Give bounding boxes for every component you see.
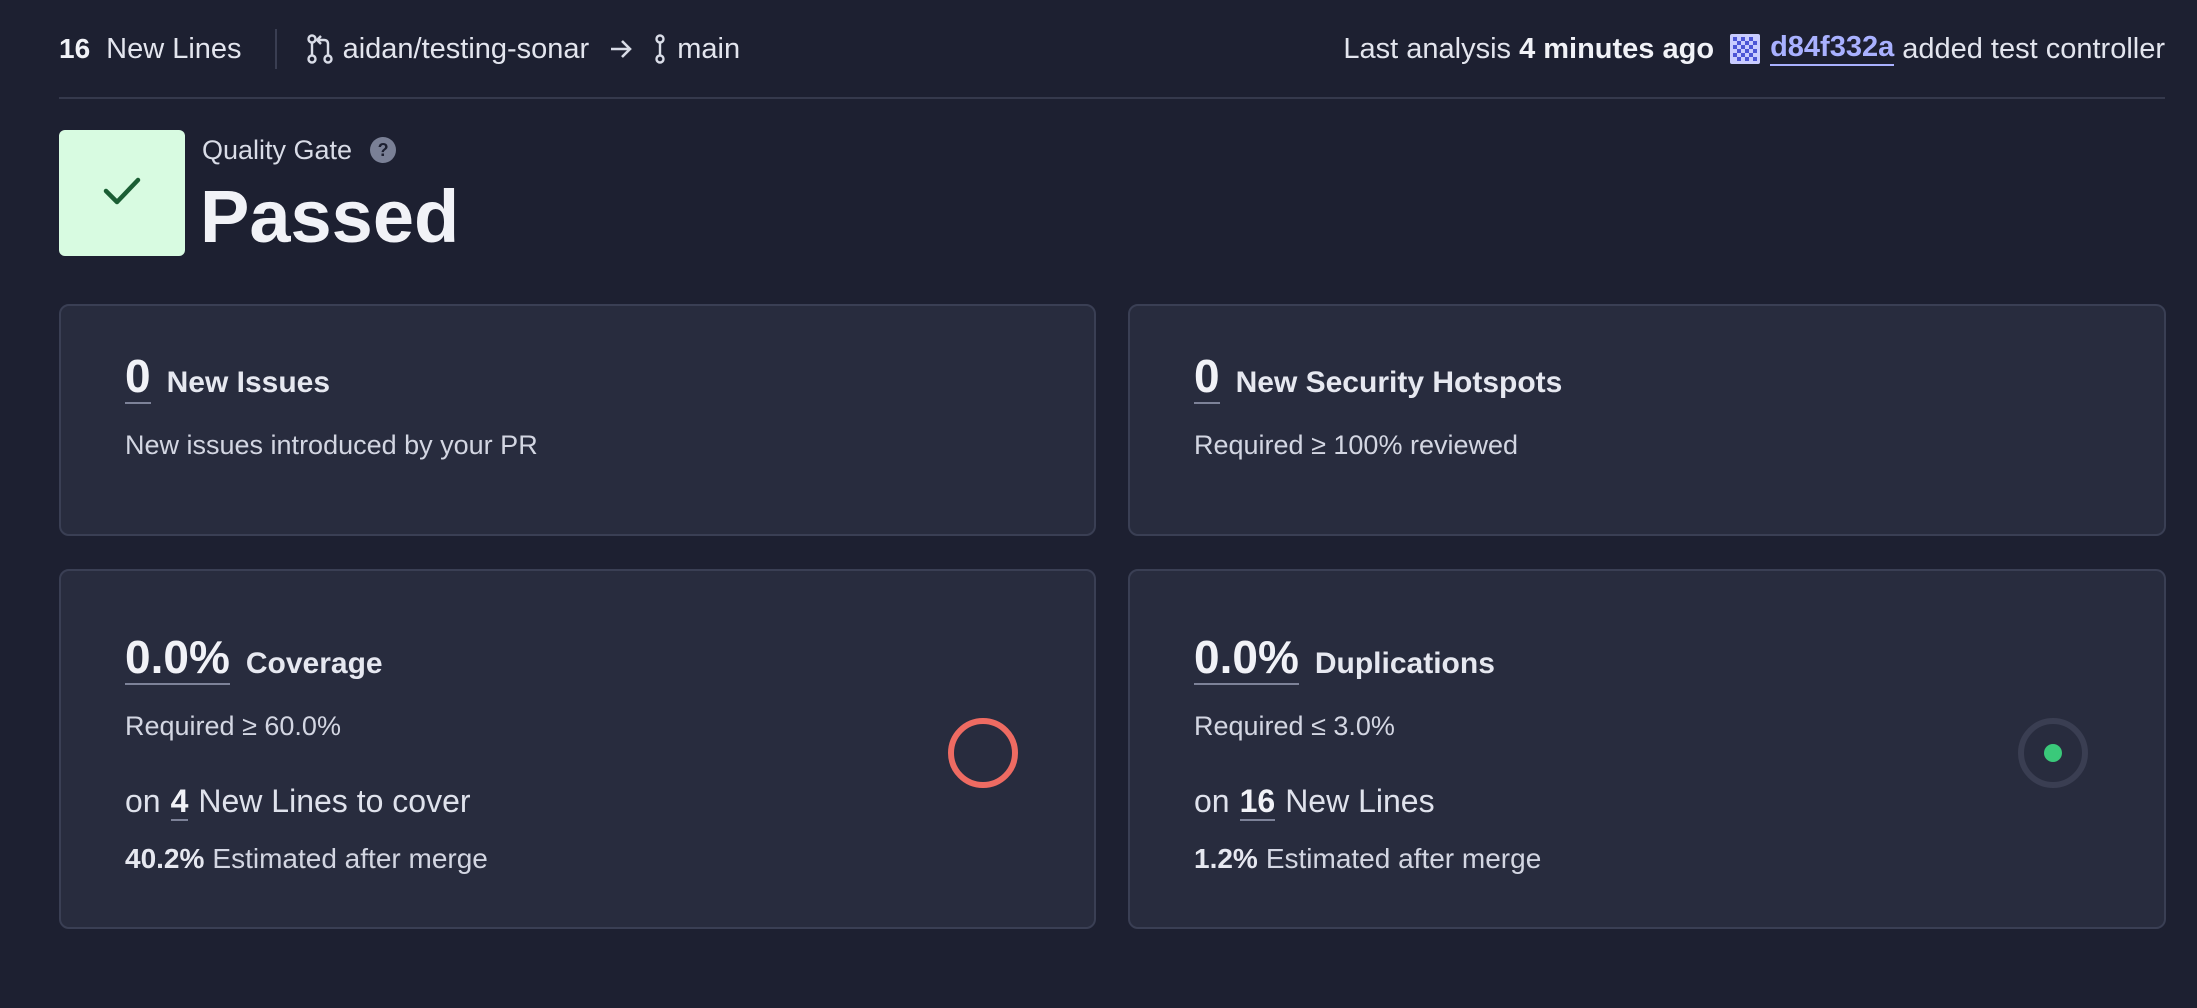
security-hotspots-requirement: Required ≥ 100% reviewed xyxy=(1194,430,1518,460)
quality-gate-badge xyxy=(59,130,185,256)
coverage-lines-count-link[interactable]: 4 xyxy=(170,783,189,821)
analysis-label: Last analysis xyxy=(1343,32,1512,65)
branch-icon xyxy=(653,34,667,64)
summary-left: 16 New Lines aidan/testing-sonar main xyxy=(59,18,740,80)
new-issues-title: New Issues xyxy=(166,366,331,399)
security-hotspots-metric: 0 New Security Hotspots xyxy=(1194,350,1562,404)
source-branch-link[interactable]: aidan/testing-sonar xyxy=(343,33,590,66)
coverage-requirement: Required ≥ 60.0% xyxy=(125,711,341,741)
coverage-estimate-value: 40.2% xyxy=(125,843,205,874)
duplication-gauge-icon xyxy=(2015,715,2091,791)
duplications-title: Duplications xyxy=(1314,647,1495,680)
duplications-lines-count-link[interactable]: 16 xyxy=(1239,783,1276,821)
coverage-on-suffix: New Lines to cover xyxy=(198,783,471,819)
quality-gate-label-row: Quality Gate ? xyxy=(202,132,397,168)
duplications-lines-row: on 16 New Lines xyxy=(1194,783,1435,821)
coverage-lines-row: on 4 New Lines to cover xyxy=(125,783,471,821)
duplications-estimate-label: Estimated after merge xyxy=(1265,843,1542,874)
quality-gate-status: Passed xyxy=(200,175,460,258)
duplications-on-suffix: New Lines xyxy=(1285,783,1435,819)
coverage-card: 0.0% Coverage Required ≥ 60.0% on 4 New … xyxy=(59,569,1096,929)
coverage-estimate-label: Estimated after merge xyxy=(212,843,488,874)
new-lines-count: 16 xyxy=(59,33,91,64)
coverage-value-link[interactable]: 0.0% xyxy=(125,631,230,685)
duplications-on-prefix: on xyxy=(1194,783,1230,819)
commit-message: added test controller xyxy=(1902,32,2165,65)
duplications-estimate: 1.2% Estimated after merge xyxy=(1194,843,1541,875)
coverage-title: Coverage xyxy=(245,647,383,680)
new-issues-metric: 0 New Issues xyxy=(125,350,330,404)
coverage-estimate: 40.2% Estimated after merge xyxy=(125,843,488,875)
coverage-on-prefix: on xyxy=(125,783,161,819)
security-hotspots-card: 0 New Security Hotspots Required ≥ 100% … xyxy=(1128,304,2166,536)
quality-gate-label: Quality Gate xyxy=(202,134,353,165)
pull-request-icon xyxy=(306,34,333,64)
check-icon xyxy=(102,175,142,212)
coverage-gauge-icon xyxy=(945,715,1021,791)
security-hotspots-value-link[interactable]: 0 xyxy=(1194,350,1220,404)
avatar-icon xyxy=(1730,34,1761,64)
target-branch-link[interactable]: main xyxy=(677,33,740,66)
security-hotspots-title: New Security Hotspots xyxy=(1235,366,1563,399)
pull-request-overview: 16 New Lines aidan/testing-sonar main La… xyxy=(0,0,2197,1008)
duplications-estimate-value: 1.2% xyxy=(1194,843,1258,874)
duplications-requirement: Required ≤ 3.0% xyxy=(1194,711,1395,741)
duplications-value-link[interactable]: 0.0% xyxy=(1194,631,1299,685)
new-issues-value-link[interactable]: 0 xyxy=(125,350,151,404)
summary-bar: 16 New Lines aidan/testing-sonar main La… xyxy=(59,18,2165,80)
new-lines-label: New Lines xyxy=(106,32,242,65)
duplications-card: 0.0% Duplications Required ≤ 3.0% on 16 … xyxy=(1128,569,2166,929)
arrow-right-icon xyxy=(609,38,633,60)
new-issues-description: New issues introduced by your PR xyxy=(125,430,538,460)
new-issues-card: 0 New Issues New issues introduced by yo… xyxy=(59,304,1096,536)
coverage-metric: 0.0% Coverage xyxy=(125,631,383,685)
help-icon[interactable]: ? xyxy=(370,137,397,163)
analysis-time: 4 minutes ago xyxy=(1519,32,1715,65)
duplications-metric: 0.0% Duplications xyxy=(1194,631,1495,685)
analysis-info: Last analysis 4 minutes ago d84f332a add… xyxy=(1343,32,2165,66)
header-divider xyxy=(59,97,2165,99)
commit-hash-link[interactable]: d84f332a xyxy=(1770,32,1895,66)
divider xyxy=(274,29,277,69)
